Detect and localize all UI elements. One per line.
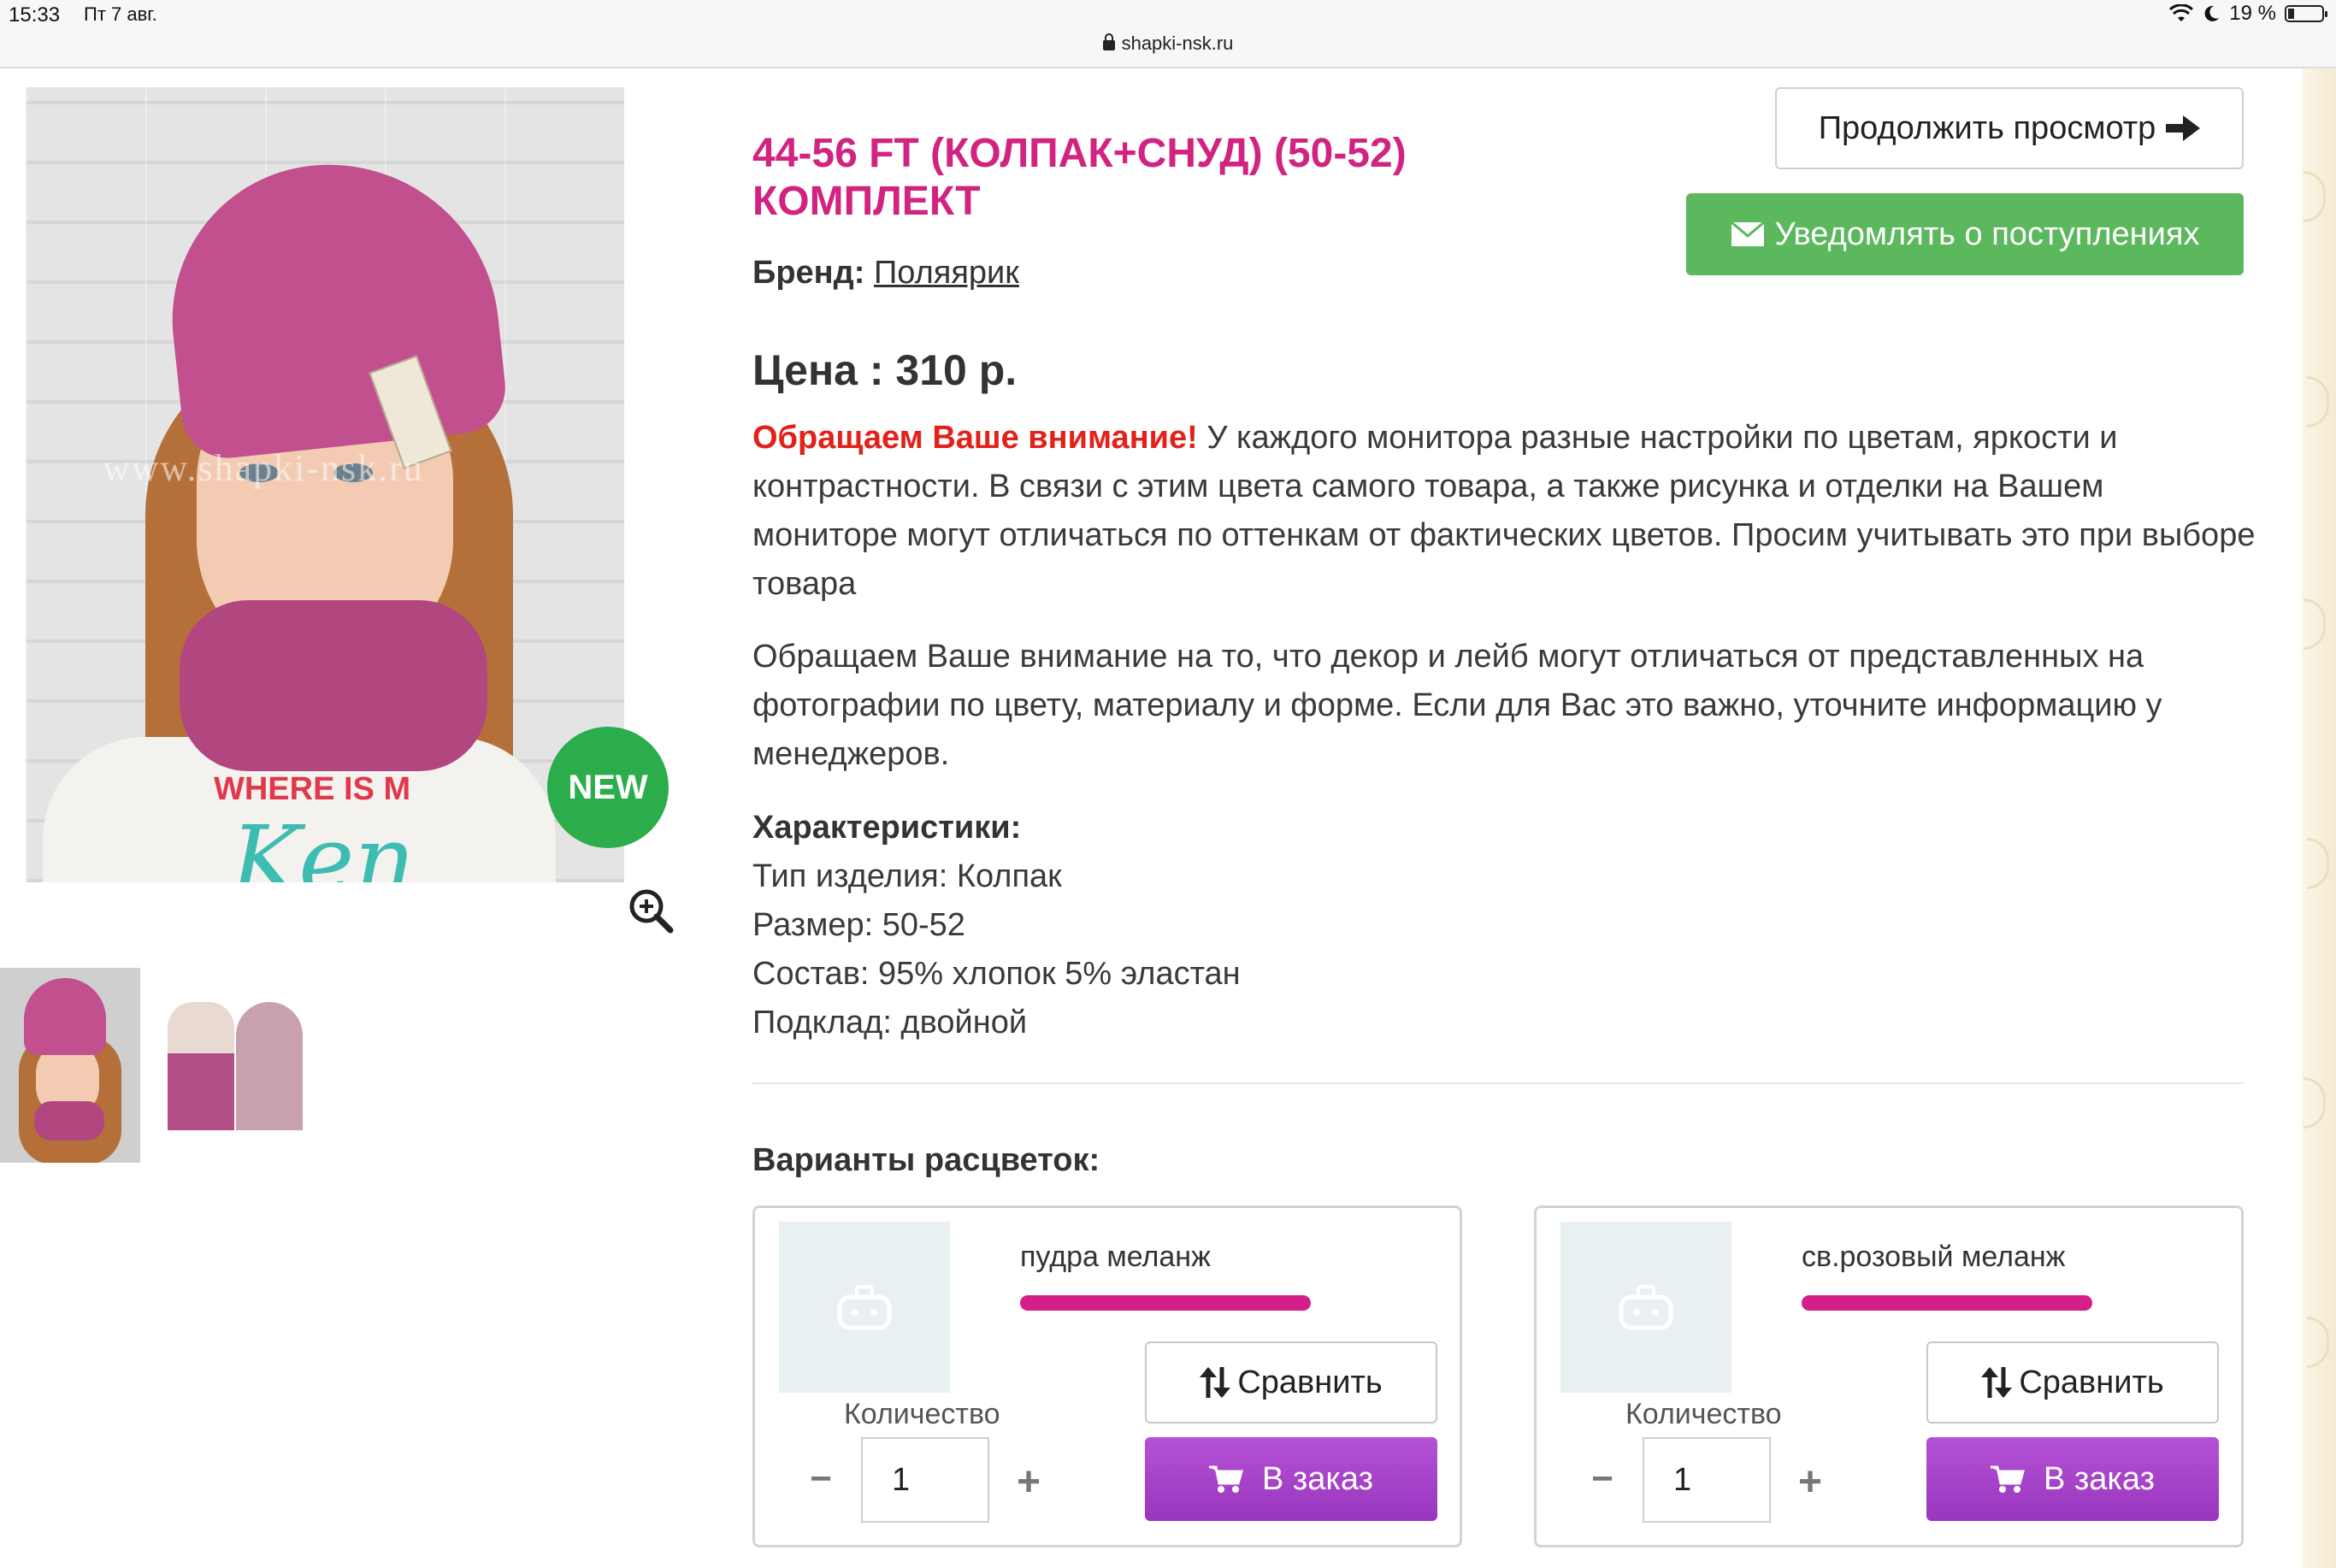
wifi-icon	[2169, 4, 2194, 21]
compare-button[interactable]: Сравнить	[1926, 1341, 2219, 1424]
quantity-input[interactable]	[1643, 1437, 1771, 1523]
characteristic-item: Подклад: двойной	[752, 1005, 1028, 1040]
add-to-order-button[interactable]: В заказ	[1145, 1437, 1437, 1521]
quantity-label: Количество	[1625, 1398, 1782, 1430]
add-to-order-label: В заказ	[2043, 1460, 2156, 1497]
variant-card: св.розовый меланж Сравнить Количество − …	[1534, 1205, 2244, 1547]
continue-browsing-button[interactable]: Продолжить просмотр	[1775, 87, 2244, 169]
compare-button[interactable]: Сравнить	[1145, 1341, 1437, 1424]
background-ornament	[2302, 68, 2336, 1568]
battery-percent: 19 %	[2229, 2, 2276, 25]
quantity-increase-button[interactable]: +	[1012, 1459, 1046, 1505]
notify-arrivals-label: Уведомлять о поступлениях	[1774, 215, 2200, 252]
add-to-order-button[interactable]: В заказ	[1926, 1437, 2219, 1521]
compare-label: Сравнить	[1237, 1364, 1383, 1400]
variant-color-bar	[1020, 1295, 1311, 1311]
characteristic-item: Размер: 50-52	[752, 907, 965, 943]
battery-level	[2288, 9, 2294, 19]
envelope-icon	[1730, 221, 1765, 246]
product-title: 44-56 FT (КОЛПАК+СНУД) (50-52) КОМПЛЕКТ	[752, 131, 1407, 224]
shirt-print-script: Ken	[231, 805, 416, 882]
url-text: shapki-nsk.ru	[1121, 32, 1234, 54]
brand-link[interactable]: Поляярик	[874, 255, 1019, 291]
color-disclaimer: Обращаем Ваше внимание! У каждого монито…	[752, 414, 2257, 609]
zoom-in-icon[interactable]	[628, 887, 674, 934]
cart-icon	[1208, 1465, 1243, 1493]
camera-placeholder-icon	[837, 1285, 892, 1330]
quantity-decrease-button[interactable]: −	[1588, 1458, 1617, 1500]
quantity-increase-button[interactable]: +	[1793, 1459, 1827, 1505]
product-main-photo[interactable]: WHERE IS M Ken www.shapki-nsk.ru	[26, 87, 624, 882]
variant-name: св.розовый меланж	[1802, 1241, 2066, 1273]
characteristics: Характеристики: Тип изделия: Колпак Разм…	[752, 804, 1241, 1047]
brand-label: Бренд:	[752, 255, 865, 291]
status-date: Пт 7 авг.	[84, 3, 157, 25]
variant-name: пудра меланж	[1020, 1241, 1211, 1273]
address-bar[interactable]: shapki-nsk.ru	[0, 32, 2336, 55]
quantity-decrease-button[interactable]: −	[806, 1458, 835, 1500]
arrow-right-icon	[2166, 115, 2201, 141]
status-time: 15:33	[9, 3, 61, 27]
moon-icon	[2204, 5, 2220, 21]
brand-line: Бренд: Поляярик	[752, 255, 1019, 292]
continue-browsing-label: Продолжить просмотр	[1818, 109, 2156, 146]
divider	[752, 1082, 2244, 1084]
thumbnail-photo-1[interactable]	[0, 968, 140, 1163]
decor-disclaimer: Обращаем Ваше внимание на то, что декор …	[752, 639, 2162, 772]
status-indicators: 19 %	[2169, 2, 2327, 26]
sort-arrows-icon	[1200, 1367, 1231, 1398]
characteristics-title: Характеристики:	[752, 810, 1022, 846]
compare-label: Сравнить	[2019, 1364, 2164, 1400]
new-badge: NEW	[547, 727, 669, 848]
sort-arrows-icon	[1981, 1367, 2013, 1398]
quantity-label: Количество	[844, 1398, 1000, 1430]
variant-color-bar	[1802, 1295, 2092, 1311]
lock-icon	[1102, 33, 1115, 50]
variant-image-placeholder[interactable]	[779, 1222, 950, 1393]
product-price: Цена : 310 р.	[752, 346, 1018, 394]
camera-placeholder-icon	[1619, 1285, 1673, 1330]
quantity-input[interactable]	[861, 1437, 989, 1523]
battery-icon	[2285, 5, 2327, 22]
notify-arrivals-button[interactable]: Уведомлять о поступлениях	[1686, 193, 2244, 275]
add-to-order-label: В заказ	[1261, 1460, 1374, 1497]
characteristic-item: Тип изделия: Колпак	[752, 858, 1062, 894]
variants-title: Варианты расцветок:	[752, 1142, 1100, 1178]
variant-card: пудра меланж Сравнить Количество − + В з…	[752, 1205, 1462, 1547]
warning-label: Обращаем Ваше внимание!	[752, 420, 1198, 456]
cart-icon	[1990, 1465, 2025, 1493]
watermark: www.shapki-nsk.ru	[103, 447, 424, 489]
thumbnail-photo-2[interactable]	[164, 968, 304, 1163]
variant-image-placeholder[interactable]	[1560, 1222, 1731, 1393]
characteristic-item: Состав: 95% хлопок 5% эластан	[752, 956, 1241, 992]
shirt-print-text: WHERE IS M	[214, 771, 411, 807]
status-bar: 15:33 Пт 7 авг. 19 % shapki-nsk.ru	[0, 0, 2336, 68]
